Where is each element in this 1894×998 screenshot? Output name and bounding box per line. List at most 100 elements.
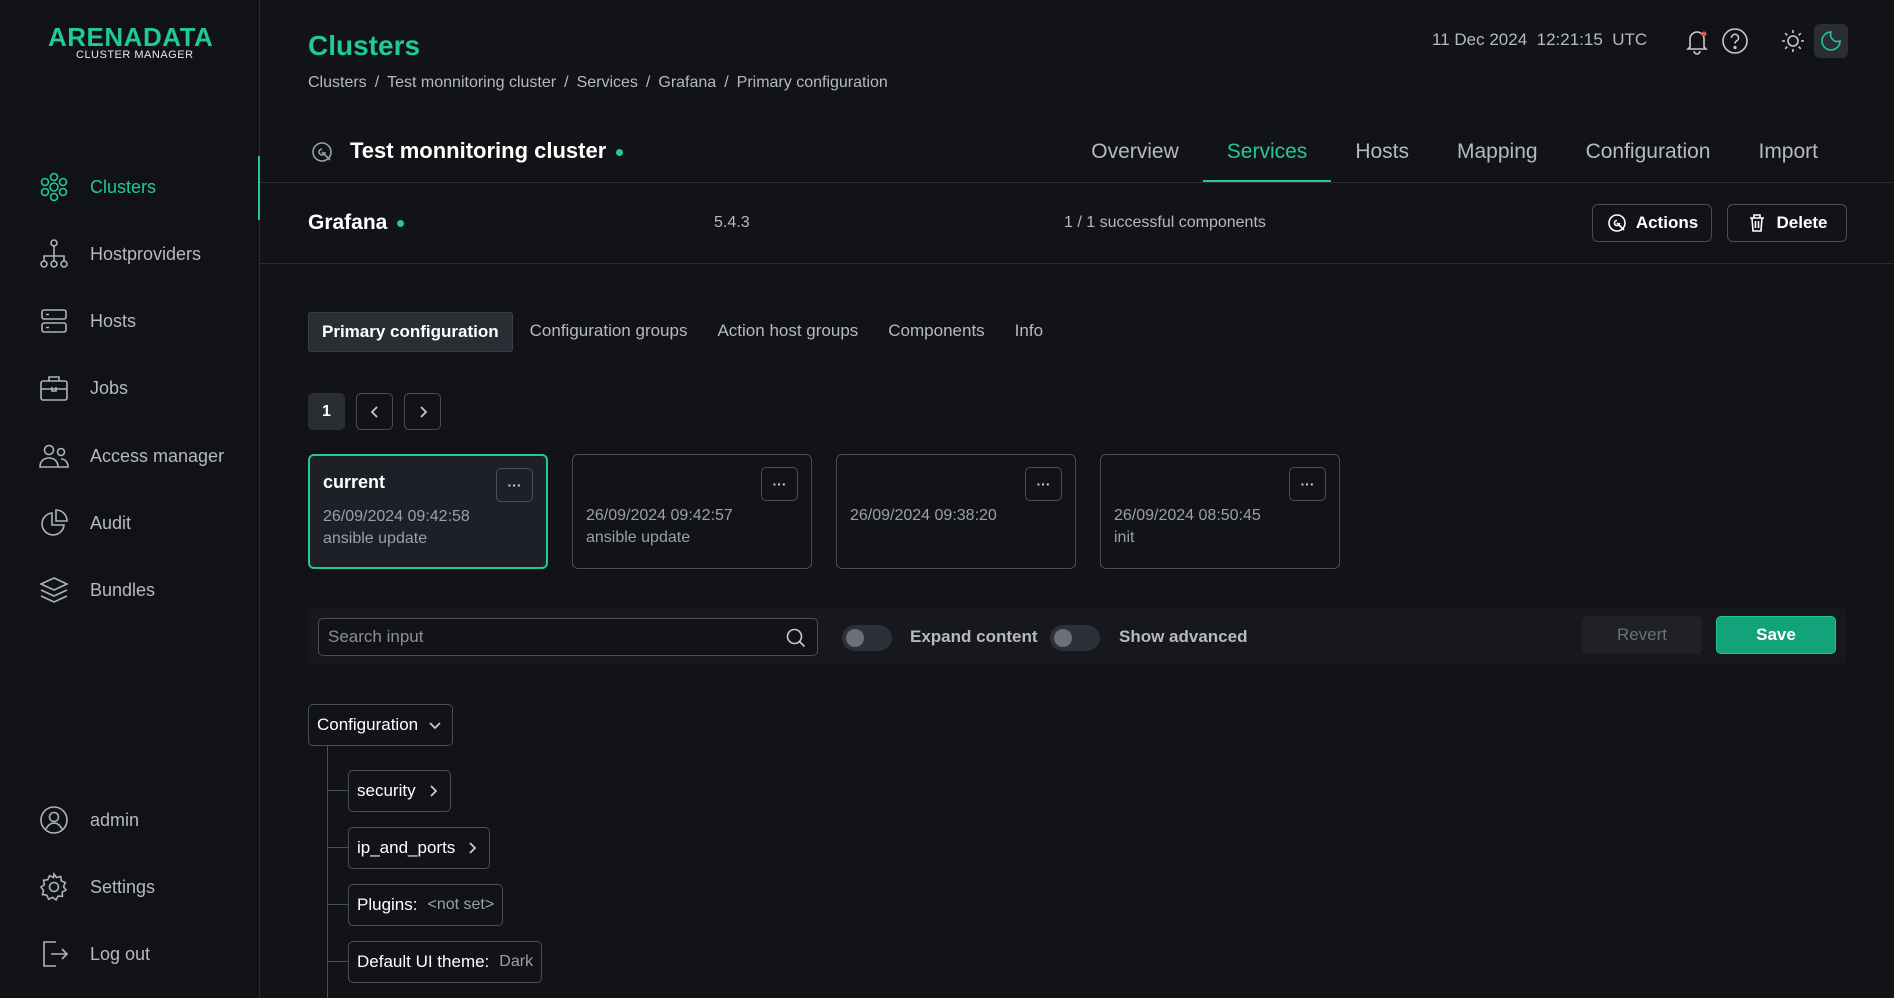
sidebar: ARENADATA CLUSTER MANAGER Clusters Hostp… (0, 0, 260, 998)
help-button[interactable] (1718, 24, 1752, 58)
more-icon: ··· (507, 477, 522, 493)
sidebar-item-hosts[interactable]: Hosts (38, 301, 260, 341)
sidebar-item-jobs[interactable]: Jobs (38, 368, 260, 408)
cluster-icon (312, 142, 332, 162)
show-advanced-label: Show advanced (1119, 627, 1248, 646)
next-page-button[interactable] (404, 393, 441, 430)
bundles-icon (39, 577, 69, 603)
breadcrumb-item[interactable]: Services (577, 74, 638, 92)
tab-overview[interactable]: Overview (1067, 124, 1203, 182)
config-version-date: 26/09/2024 09:38:20 (850, 507, 997, 524)
search-icon[interactable] (785, 627, 807, 649)
config-node-default-ui-theme[interactable]: Default UI theme: Dark (348, 941, 543, 983)
chevron-right-icon (419, 405, 427, 418)
tree-connector (327, 790, 348, 791)
subtab-configuration-groups[interactable]: Configuration groups (517, 312, 701, 352)
sidebar-item-label: Access manager (90, 445, 225, 466)
config-version-date: 26/09/2024 09:42:57 (586, 507, 733, 524)
sidebar-item-label: Log out (90, 943, 151, 964)
config-version-card[interactable]: 26/09/2024 08:50:45 init ··· (1100, 454, 1340, 569)
breadcrumb-item[interactable]: Grafana (658, 74, 716, 92)
notifications-button[interactable] (1680, 24, 1714, 58)
audit-icon (41, 509, 68, 536)
tree-connector (327, 847, 348, 848)
sidebar-item-hostproviders[interactable]: Hostproviders (38, 234, 260, 274)
more-icon: ··· (1300, 476, 1315, 492)
chevron-down-icon (429, 722, 441, 730)
config-toolbar: Expand content Show advanced Revert Save (308, 607, 1846, 665)
config-node-ip-and-ports[interactable]: ip_and_ports (348, 827, 491, 869)
search-input[interactable] (319, 619, 769, 655)
access-manager-icon (39, 444, 69, 468)
config-tree-root[interactable]: Configuration (308, 704, 454, 746)
expand-content-toggle[interactable] (842, 625, 892, 651)
config-version-card[interactable]: current 26/09/2024 09:42:58 ansible upda… (308, 454, 548, 569)
date-text: 11 Dec 2024 (1432, 30, 1528, 49)
chevron-right-icon (469, 842, 477, 854)
service-status-dot (397, 219, 405, 227)
subtab-components[interactable]: Components (875, 312, 997, 352)
prev-page-button[interactable] (356, 393, 393, 430)
sidebar-item-label: Jobs (90, 377, 129, 398)
config-version-menu-button[interactable]: ··· (496, 468, 533, 502)
divider (260, 263, 1894, 264)
sidebar-item-label: admin (90, 809, 140, 830)
logo[interactable]: ARENADATA CLUSTER MANAGER (48, 22, 213, 61)
sidebar-item-label: Audit (90, 512, 132, 533)
breadcrumb: Clusters / Test monnitoring cluster / Serv… (308, 74, 888, 92)
breadcrumb-item-current: Primary configuration (736, 74, 888, 91)
tab-mapping[interactable]: Mapping (1433, 124, 1562, 182)
config-version-card[interactable]: 26/09/2024 09:38:20 ··· (836, 454, 1076, 569)
sidebar-item-access-manager[interactable]: Access manager (38, 436, 260, 476)
dark-theme-button[interactable] (1814, 24, 1848, 58)
sidebar-item-bundles[interactable]: Bundles (38, 570, 260, 610)
config-node-value: Dark (499, 953, 534, 970)
sidebar-active-indicator (258, 156, 260, 220)
actions-button[interactable]: Actions (1592, 204, 1712, 242)
tab-import[interactable]: Import (1734, 124, 1842, 182)
delete-label: Delete (1776, 213, 1828, 232)
service-name-text: Grafana (308, 211, 388, 234)
tab-services[interactable]: Services (1202, 124, 1332, 182)
subtab-action-host-groups[interactable]: Action host groups (704, 312, 871, 352)
sidebar-item-clusters[interactable]: Clusters (38, 167, 260, 207)
subtab-primary-configuration[interactable]: Primary configuration (308, 312, 513, 352)
config-node-label: Plugins: (357, 895, 418, 914)
expand-content-label: Expand content (910, 627, 1038, 646)
config-version-date: 26/09/2024 08:50:45 (1114, 507, 1261, 524)
config-version-description: ansible update (323, 530, 428, 547)
sidebar-item-audit[interactable]: Audit (38, 503, 260, 543)
breadcrumb-item[interactable]: Clusters (308, 74, 367, 92)
config-version-card[interactable]: 26/09/2024 09:42:57 ansible update ··· (572, 454, 812, 569)
moon-icon (1821, 31, 1841, 51)
tab-hosts[interactable]: Hosts (1331, 124, 1433, 182)
time-text: 12:21:15 (1536, 30, 1603, 49)
config-node-plugins[interactable]: Plugins: <not set> (348, 884, 504, 926)
config-node-label: ip_and_ports (357, 838, 456, 857)
show-advanced-toggle[interactable] (1050, 625, 1100, 651)
config-node-label: Default UI theme: (357, 952, 490, 971)
cluster-status-dot (616, 148, 624, 156)
more-icon: ··· (1036, 476, 1051, 492)
tab-configuration[interactable]: Configuration (1562, 124, 1735, 182)
light-theme-button[interactable] (1776, 24, 1810, 58)
service-subtabs: Primary configuration Configuration grou… (308, 312, 1056, 352)
delete-button[interactable]: Delete (1727, 204, 1847, 242)
datetime: 11 Dec 2024 12:21:15 UTC (1432, 30, 1647, 50)
config-version-menu-button[interactable]: ··· (761, 467, 798, 501)
save-button[interactable]: Save (1716, 616, 1836, 654)
config-node-security[interactable]: security (348, 770, 451, 812)
sidebar-item-label: Settings (90, 876, 156, 897)
page-button-current[interactable]: 1 (308, 393, 345, 430)
user-icon (40, 806, 68, 834)
sidebar-item-logout[interactable]: Log out (38, 934, 260, 974)
service-name: Grafana (308, 211, 405, 235)
breadcrumb-item[interactable]: Test monnitoring cluster (387, 74, 556, 92)
config-version-menu-button[interactable]: ··· (1025, 467, 1062, 501)
sidebar-item-admin[interactable]: admin (38, 800, 260, 840)
config-node-value: <not set> (427, 896, 495, 913)
sidebar-item-settings[interactable]: Settings (38, 867, 260, 907)
subtab-info[interactable]: Info (1002, 312, 1056, 352)
config-version-menu-button[interactable]: ··· (1289, 467, 1326, 501)
revert-button[interactable]: Revert (1582, 616, 1702, 654)
